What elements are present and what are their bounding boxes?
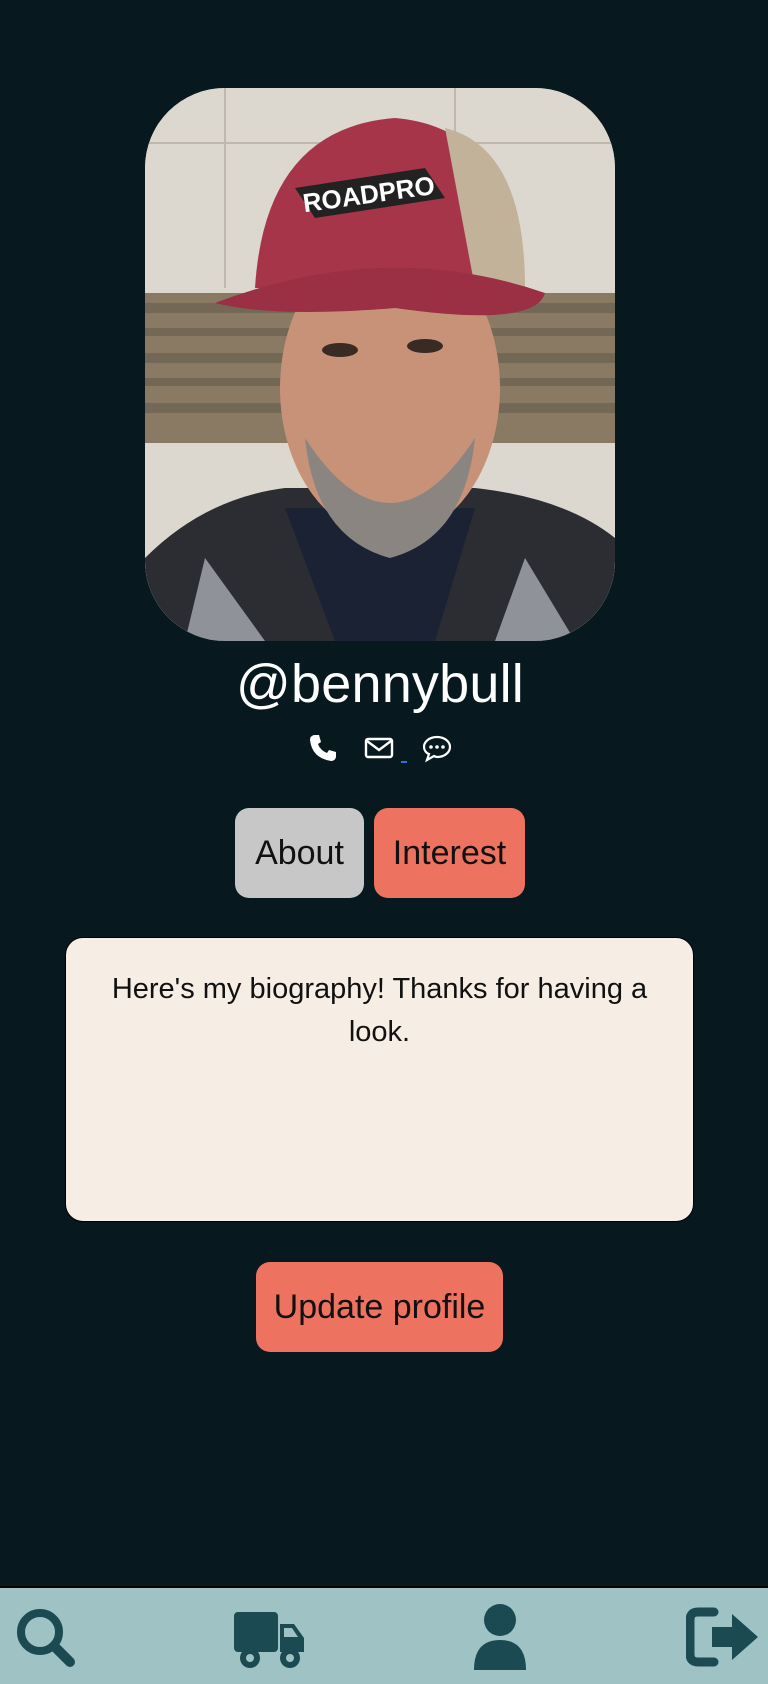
phone-icon[interactable] (305, 730, 341, 766)
update-profile-button[interactable]: Update profile (256, 1262, 503, 1352)
search-icon[interactable] (8, 1602, 84, 1672)
profile-photo-image: ROADPRO (145, 88, 615, 641)
chat-bubble-icon[interactable] (419, 730, 455, 766)
truck-icon[interactable] (232, 1602, 308, 1672)
profile-page: ROADPRO @bennybull About Interest Here's… (0, 0, 768, 1684)
logout-icon[interactable] (686, 1602, 762, 1672)
link-underline (401, 761, 407, 763)
contact-icons (0, 728, 760, 768)
user-icon[interactable] (462, 1602, 538, 1672)
tab-about[interactable]: About (235, 808, 364, 898)
envelope-icon[interactable] (361, 730, 397, 766)
bottom-navigation (0, 1586, 768, 1684)
biography-text: Here's my biography! Thanks for having a… (65, 937, 694, 1222)
profile-tabs: About Interest (0, 808, 760, 898)
profile-photo: ROADPRO (145, 88, 615, 641)
tab-interest[interactable]: Interest (374, 808, 525, 898)
username: @bennybull (235, 654, 524, 714)
